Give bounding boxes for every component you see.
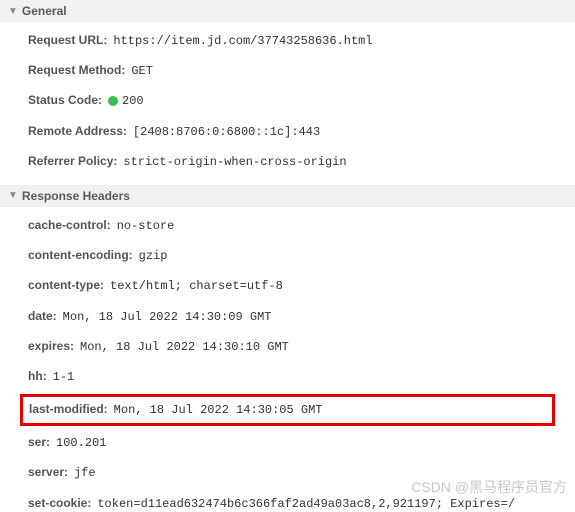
content-type-row: content-type: text/html; charset=utf-8 (0, 271, 575, 301)
set-cookie-value: token=d11ead632474b6c366faf2ad49a03ac8,2… (97, 495, 515, 512)
general-title: General (22, 4, 67, 18)
remote-address-label: Remote Address: (28, 122, 127, 141)
ser-label: ser: (28, 433, 50, 452)
cache-control-row: cache-control: no-store (0, 211, 575, 241)
date-value: Mon, 18 Jul 2022 14:30:09 GMT (63, 308, 272, 327)
status-code-value: 200 (108, 92, 144, 111)
content-type-label: content-type: (28, 276, 104, 295)
date-row: date: Mon, 18 Jul 2022 14:30:09 GMT (0, 302, 575, 332)
set-cookie-row: set-cookie: token=d11ead632474b6c366faf2… (0, 489, 575, 512)
server-label: server: (28, 463, 68, 482)
hh-value: 1-1 (53, 368, 75, 387)
collapse-arrow-icon: ▼ (8, 6, 18, 17)
date-label: date: (28, 307, 57, 326)
content-encoding-label: content-encoding: (28, 246, 133, 265)
general-section-header[interactable]: ▼ General (0, 0, 575, 22)
expires-label: expires: (28, 337, 74, 356)
status-code-label: Status Code: (28, 91, 102, 110)
last-modified-label: last-modified: (29, 400, 108, 419)
response-headers-section-body: cache-control: no-store content-encoding… (0, 207, 575, 512)
last-modified-value: Mon, 18 Jul 2022 14:30:05 GMT (114, 401, 323, 420)
content-encoding-value: gzip (139, 247, 168, 266)
ser-row: ser: 100.201 (0, 428, 575, 458)
request-url-value: https://item.jd.com/37743258636.html (113, 32, 372, 51)
request-method-value: GET (131, 62, 153, 81)
request-method-row: Request Method: GET (0, 56, 575, 86)
request-url-row: Request URL: https://item.jd.com/3774325… (0, 26, 575, 56)
referrer-policy-row: Referrer Policy: strict-origin-when-cros… (0, 147, 575, 177)
cache-control-value: no-store (117, 217, 175, 236)
cache-control-label: cache-control: (28, 216, 111, 235)
expires-value: Mon, 18 Jul 2022 14:30:10 GMT (80, 338, 289, 357)
last-modified-row: last-modified: Mon, 18 Jul 2022 14:30:05… (20, 394, 555, 426)
response-headers-title: Response Headers (22, 189, 130, 203)
collapse-arrow-icon: ▼ (8, 190, 18, 201)
request-url-label: Request URL: (28, 31, 107, 50)
hh-label: hh: (28, 367, 47, 386)
status-dot-icon (108, 96, 118, 106)
expires-row: expires: Mon, 18 Jul 2022 14:30:10 GMT (0, 332, 575, 362)
general-section-body: Request URL: https://item.jd.com/3774325… (0, 22, 575, 185)
request-method-label: Request Method: (28, 61, 125, 80)
referrer-policy-value: strict-origin-when-cross-origin (123, 153, 346, 172)
remote-address-value: [2408:8706:0:6800::1c]:443 (133, 123, 320, 142)
server-value: jfe (74, 464, 96, 483)
referrer-policy-label: Referrer Policy: (28, 152, 117, 171)
hh-row: hh: 1-1 (0, 362, 575, 392)
ser-value: 100.201 (56, 434, 106, 453)
status-code-row: Status Code: 200 (0, 86, 575, 116)
response-headers-section-header[interactable]: ▼ Response Headers (0, 185, 575, 207)
server-row: server: jfe (0, 458, 575, 488)
content-type-value: text/html; charset=utf-8 (110, 277, 283, 296)
remote-address-row: Remote Address: [2408:8706:0:6800::1c]:4… (0, 117, 575, 147)
content-encoding-row: content-encoding: gzip (0, 241, 575, 271)
